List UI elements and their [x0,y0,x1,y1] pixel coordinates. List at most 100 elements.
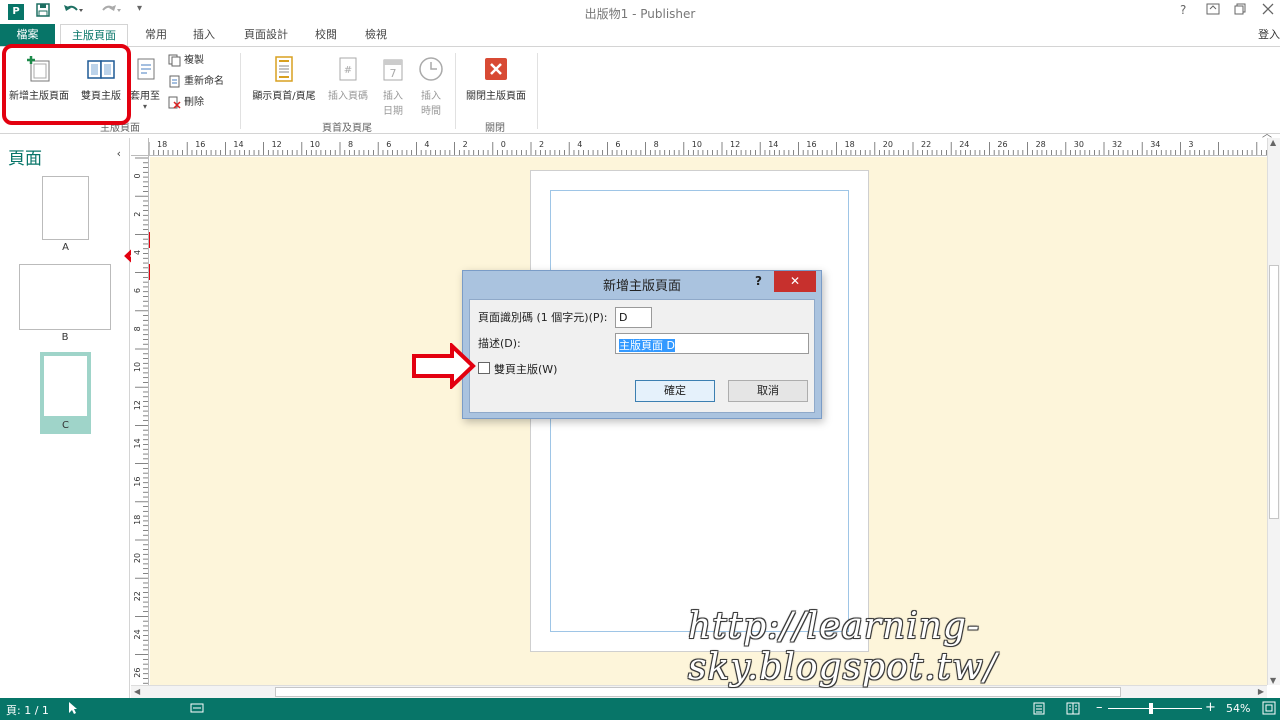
rename-icon [169,75,180,87]
zoom-in-button[interactable]: + [1205,700,1216,715]
ruler-label: 34 [1150,140,1160,149]
tab-home[interactable]: 常用 [136,24,176,46]
cursor-position-icon [68,701,78,718]
vertical-scroll-thumb[interactable] [1269,265,1279,519]
duplicate-button[interactable]: 複製 [168,52,204,70]
two-page-master-checkbox[interactable] [478,362,490,374]
close-group-label: 關閉 [485,123,505,134]
tab-page-design[interactable]: 頁面設計 [236,24,296,46]
annotation-arrow-right [412,343,476,389]
ruler-label: 4 [424,140,429,149]
group-separator [455,53,456,129]
close-master-icon [485,58,507,80]
ruler-label: 24 [133,629,142,639]
clock-icon [419,57,443,81]
page-thumbnail-c[interactable] [43,355,88,417]
tab-view[interactable]: 檢視 [356,24,396,46]
ruler-label: 10 [133,362,142,372]
zoom-slider-track[interactable] [1108,708,1202,709]
sign-in-link[interactable]: 登入 [1258,26,1280,42]
page-label-c: C [62,420,69,431]
cancel-button[interactable]: 取消 [728,380,808,402]
vertical-scrollbar[interactable]: ▲ ▼ [1267,138,1280,685]
ruler-label: 2 [539,140,544,149]
page-id-label: 頁面識別碼 (1 個字元)(P): [478,311,608,324]
ribbon-display-options-icon[interactable] [1206,3,1220,19]
ruler-label: 20 [883,140,893,149]
vertical-ruler[interactable]: 0 2 4 6 8 10 12 14 16 18 20 22 24 26 [131,156,149,685]
ruler-label: 16 [195,140,205,149]
zoom-out-button[interactable]: – [1096,700,1103,715]
insert-time-label-1: 插入 [421,91,441,102]
ruler-corner [131,138,149,156]
tab-review[interactable]: 校閱 [306,24,346,46]
show-header-footer-label: 顯示頁首/頁尾 [252,91,316,102]
page-thumbnail-c-selected[interactable]: C [40,352,91,434]
tab-insert[interactable]: 插入 [184,24,224,46]
show-header-footer-icon [275,56,293,82]
scroll-right-icon[interactable]: ▶ [1258,687,1264,696]
zoom-slider-thumb[interactable] [1148,703,1153,714]
ruler-label: 26 [133,668,142,678]
title-bar: P ▾ 出版物1 - Publisher ? [0,0,1280,24]
dialog-body: 頁面識別碼 (1 個字元)(P): D 描述(D): 主版頁面 D 雙頁主版(W… [469,299,815,413]
apply-to-dropdown-icon: ▾ [142,102,147,111]
apply-to-button[interactable]: 套用至 ▾ [126,55,164,111]
collapse-pane-icon[interactable]: ‹ [117,147,121,160]
tab-file[interactable]: 檔案 [0,24,55,46]
ruler-label: 6 [386,140,391,149]
ruler-label: 6 [133,288,142,293]
single-page-view-icon[interactable] [1032,702,1046,718]
rename-button[interactable]: 重新命名 [168,73,224,91]
scroll-left-icon[interactable]: ◀ [134,687,140,696]
fit-page-icon[interactable] [1262,701,1276,718]
delete-button[interactable]: 刪除 [168,94,204,112]
two-page-master-checkbox-label: 雙頁主版(W) [494,363,558,376]
ruler-label: 3 [1188,140,1193,149]
ruler-label: 8 [133,326,142,331]
close-window-icon[interactable] [1262,3,1274,19]
ruler-label: 16 [133,477,142,487]
dialog-close-button[interactable]: ✕ [774,271,816,292]
ruler-label: 20 [133,553,142,563]
help-button[interactable]: ? [1180,3,1186,17]
apply-to-icon [137,58,155,80]
show-header-footer-button[interactable]: 顯示頁首/頁尾 [246,55,322,102]
pages-pane: 頁面 ‹ A B C [0,138,130,698]
ruler-label: 2 [133,212,142,217]
delete-label: 刪除 [184,97,204,108]
pages-pane-title: 頁面 [8,149,42,169]
ruler-label: 16 [806,140,816,149]
duplicate-label: 複製 [184,55,204,66]
page-thumbnail-b[interactable] [19,264,111,330]
ruler-label: 4 [133,250,142,255]
horizontal-ruler[interactable]: 18 16 14 12 10 8 6 4 2 0 2 4 6 8 10 12 14 16 18 20 22 24 26 28 3… [131,138,1267,156]
scroll-up-icon[interactable]: ▲ [1270,138,1276,147]
ruler-label: 22 [133,591,142,601]
insert-page-number-button[interactable]: # 插入頁碼 [324,55,372,102]
restore-window-icon[interactable] [1234,3,1246,19]
ruler-label: 18 [157,140,167,149]
insert-time-button[interactable]: 插入 時間 [414,55,448,117]
ruler-label: 18 [133,515,142,525]
ok-button[interactable]: 確定 [635,380,715,402]
ruler-label: 0 [133,173,142,178]
ruler-label: 22 [921,140,931,149]
ruler-label: 10 [692,140,702,149]
page-id-input[interactable]: D [615,307,652,328]
insert-date-button[interactable]: 7 插入 日期 [376,55,410,117]
two-page-view-icon[interactable] [1066,702,1080,718]
dialog-help-button[interactable]: ? [755,274,762,288]
header-footer-group-label: 頁首及頁尾 [322,123,372,134]
zoom-level[interactable]: 54% [1226,702,1250,715]
description-input[interactable]: 主版頁面 D [615,333,809,354]
page-label-b: B [61,332,69,343]
insert-date-label-2: 日期 [383,106,403,117]
group-separator [240,53,241,129]
insert-page-number-label: 插入頁碼 [328,91,368,102]
close-master-page-button[interactable]: 關閉主版頁面 [460,55,532,102]
calendar-icon: 7 [383,59,403,81]
page-thumbnail-a[interactable] [42,176,89,240]
page-indicator[interactable]: 頁: 1 / 1 [6,702,49,718]
horizontal-scroll-thumb[interactable] [275,687,1121,697]
